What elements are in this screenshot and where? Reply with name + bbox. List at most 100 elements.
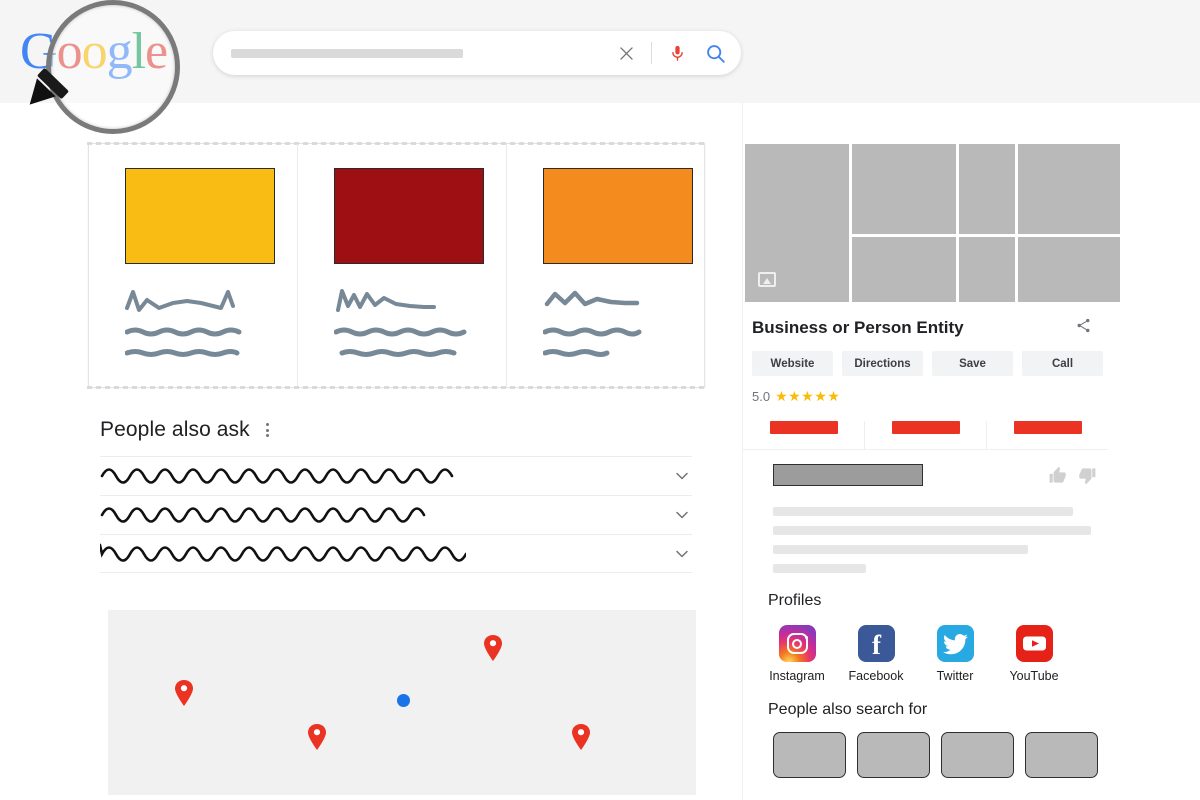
search-actions (613, 31, 741, 75)
people-also-ask-row[interactable] (100, 456, 692, 495)
image-icon (758, 272, 776, 287)
red-bar (769, 421, 838, 434)
scribble-line (125, 327, 242, 337)
map-pin[interactable] (571, 723, 591, 756)
entity-header: Business or Person Entity (743, 299, 1108, 339)
text-line-placeholder (773, 507, 1073, 516)
microphone-icon[interactable] (665, 40, 689, 66)
hero-tile[interactable] (959, 144, 1015, 234)
save-button[interactable]: Save (932, 351, 1013, 376)
facebook-icon: f (857, 625, 895, 662)
results-carousel (87, 142, 706, 389)
share-icon[interactable] (1075, 317, 1092, 339)
people-also-search-for-title: People also search for (768, 701, 928, 718)
red-bar (1013, 421, 1082, 434)
profile-label: YouTube (1009, 669, 1059, 683)
profile-item-twitter[interactable]: Twitter (927, 625, 983, 683)
card-text-placeholder (334, 286, 484, 358)
map-pin[interactable] (483, 634, 503, 667)
youtube-icon (1015, 625, 1053, 662)
search-icon[interactable] (703, 40, 727, 66)
rating[interactable]: 5.0 ★★★★★ (743, 376, 1108, 405)
carousel-card[interactable] (298, 144, 507, 387)
scribble-wave (125, 290, 235, 312)
profile-item-instagram[interactable]: Instagram (769, 625, 825, 683)
card-text-placeholder (125, 286, 275, 358)
carousel-card[interactable] (89, 144, 298, 387)
related-entity-thumbnail[interactable] (857, 732, 930, 778)
scribble-wave (336, 289, 436, 312)
thumb-down-icon[interactable] (1078, 466, 1097, 485)
rating-value: 5.0 (752, 389, 771, 404)
text-line-placeholder (773, 526, 1091, 535)
hero-tile[interactable] (1018, 237, 1120, 302)
scribble-line (339, 349, 457, 357)
hero-tile[interactable] (959, 237, 1015, 302)
svg-text:f: f (872, 630, 882, 660)
chevron-down-icon[interactable] (672, 505, 692, 525)
profile-item-facebook[interactable]: f Facebook (848, 625, 904, 683)
page-header: Google (0, 0, 1200, 134)
current-location-dot[interactable] (397, 694, 410, 707)
feedback-row (743, 449, 1108, 498)
people-also-ask-row[interactable] (100, 495, 692, 534)
knowledge-panel: Business or Person Entity Website Direct… (742, 103, 1120, 800)
more-vert-icon[interactable] (260, 421, 275, 439)
people-also-ask-section: People also ask (100, 418, 692, 573)
map-pin[interactable] (307, 723, 327, 756)
related-entity-thumbnail[interactable] (1025, 732, 1098, 778)
people-also-search-for-list (743, 719, 1108, 778)
chevron-down-icon[interactable] (672, 466, 692, 486)
highlight-cell[interactable] (865, 421, 987, 449)
map-pin[interactable] (174, 679, 194, 712)
hero-tile[interactable] (1018, 144, 1120, 234)
entity-image-mosaic[interactable] (745, 144, 1120, 302)
highlight-cell[interactable] (743, 421, 865, 449)
people-also-ask-header: People also ask (100, 418, 692, 442)
website-button[interactable]: Website (752, 351, 833, 376)
divider (651, 42, 652, 64)
highlight-bars-row (743, 405, 1108, 449)
close-icon[interactable] (613, 40, 639, 66)
profiles-title: Profiles (768, 592, 822, 609)
scribble-line (543, 349, 610, 357)
question-placeholder (100, 507, 426, 523)
entity-description-placeholder (743, 498, 1108, 573)
google-logo[interactable]: Google (18, 0, 208, 134)
related-entity-thumbnail[interactable] (773, 732, 846, 778)
search-bar[interactable] (213, 31, 741, 75)
people-also-ask-row[interactable] (100, 534, 692, 573)
hero-tile[interactable] (852, 237, 956, 302)
chevron-down-icon[interactable] (672, 544, 692, 564)
highlight-cell[interactable] (987, 421, 1108, 449)
profile-item-youtube[interactable]: YouTube (1006, 625, 1062, 683)
map-widget[interactable] (108, 610, 696, 795)
scribble-wave (544, 290, 640, 307)
question-placeholder (100, 543, 466, 562)
search-input[interactable] (231, 48, 463, 58)
card-thumbnail[interactable] (334, 168, 484, 264)
hero-tile[interactable] (852, 144, 956, 234)
card-thumbnail[interactable] (125, 168, 275, 264)
profile-label: Facebook (848, 669, 904, 683)
card-text-placeholder (543, 286, 693, 358)
red-bar (891, 421, 960, 434)
related-entity-thumbnail[interactable] (941, 732, 1014, 778)
profile-label: Instagram (769, 669, 825, 683)
card-thumbnail[interactable] (543, 168, 693, 264)
section-title: People also ask (100, 418, 250, 441)
directions-button[interactable]: Directions (842, 351, 923, 376)
profiles-list: Instagram f Facebook Twitter YouTube (743, 610, 1108, 683)
page-title: Business or Person Entity (752, 318, 964, 337)
thumb-up-icon[interactable] (1048, 466, 1067, 485)
entity-action-buttons: Website Directions Save Call (743, 339, 1108, 376)
call-button[interactable]: Call (1022, 351, 1103, 376)
instagram-icon (778, 625, 816, 662)
star-rating-icon: ★★★★★ (775, 388, 841, 404)
text-line-placeholder (773, 564, 866, 573)
text-line-placeholder (773, 545, 1028, 554)
twitter-icon (936, 625, 974, 662)
scribble-line (543, 327, 642, 337)
profile-label: Twitter (936, 669, 974, 683)
carousel-card[interactable] (507, 144, 715, 387)
